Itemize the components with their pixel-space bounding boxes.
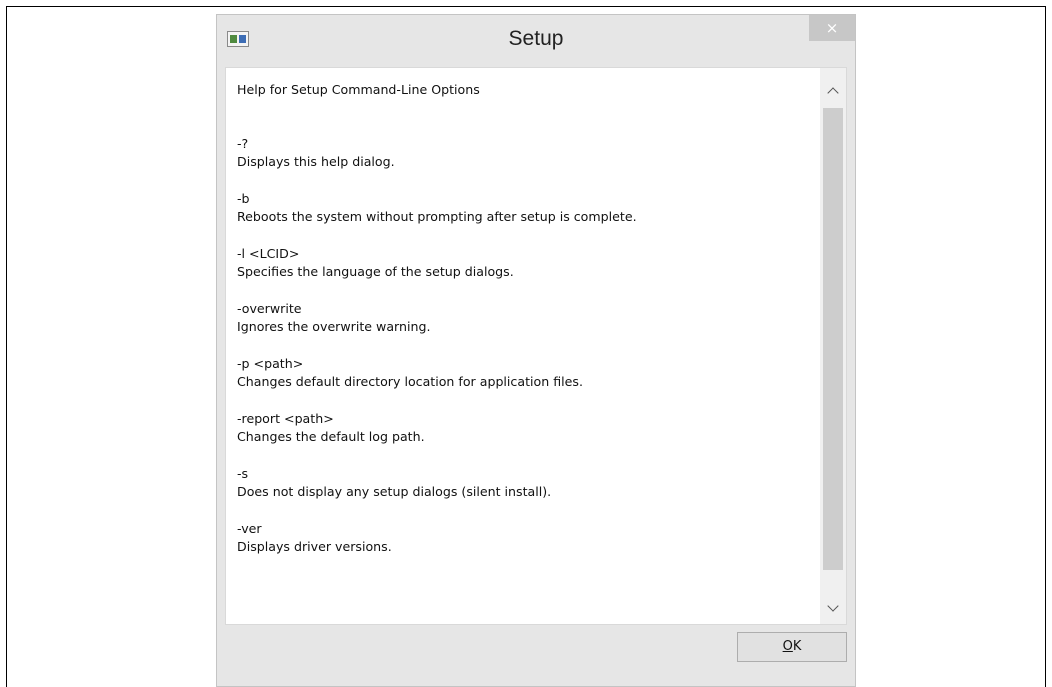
option-description: Does not display any setup dialogs (sile…	[237, 484, 552, 499]
option-flag: -overwrite	[237, 301, 302, 316]
chevron-up-icon	[827, 87, 839, 99]
ok-button[interactable]: OK	[737, 632, 847, 662]
vertical-scrollbar[interactable]	[820, 68, 846, 624]
option-flag: -p <path>	[237, 356, 304, 371]
option-description: Changes default directory location for a…	[237, 374, 583, 389]
option-item: -? Displays this help dialog.	[237, 135, 817, 171]
option-description: Displays driver versions.	[237, 539, 392, 554]
close-button[interactable]: ×	[809, 15, 855, 41]
option-item: -l <LCID> Specifies the language of the …	[237, 245, 817, 281]
option-flag: -report <path>	[237, 411, 334, 426]
help-text-area[interactable]: Help for Setup Command-Line Options -? D…	[225, 67, 847, 625]
ok-label-rest: K	[792, 639, 802, 654]
option-flag: -l <LCID>	[237, 246, 300, 261]
help-heading: Help for Setup Command-Line Options	[237, 82, 480, 97]
window-title: Setup	[508, 27, 564, 50]
help-text: Help for Setup Command-Line Options -? D…	[237, 81, 817, 575]
option-item: -s Does not display any setup dialogs (s…	[237, 465, 817, 501]
scroll-up-button[interactable]	[820, 78, 846, 104]
ok-mnemonic: O	[782, 639, 793, 654]
scroll-thumb[interactable]	[823, 108, 843, 570]
option-item: -ver Displays driver versions.	[237, 520, 817, 556]
option-item: -report <path> Changes the default log p…	[237, 410, 817, 446]
scroll-down-button[interactable]	[820, 596, 846, 622]
setup-dialog: Setup × Help for Setup Command-Line Opti…	[216, 14, 856, 687]
option-description: Specifies the language of the setup dial…	[237, 264, 514, 279]
chevron-down-icon	[827, 600, 839, 612]
option-flag: -s	[237, 466, 249, 481]
title-bar[interactable]: Setup ×	[217, 15, 855, 67]
option-description: Displays this help dialog.	[237, 154, 395, 169]
option-description: Reboots the system without prompting aft…	[237, 209, 637, 224]
close-icon: ×	[825, 19, 839, 37]
option-description: Ignores the overwrite warning.	[237, 319, 431, 334]
option-item: -p <path> Changes default directory loca…	[237, 355, 817, 391]
option-description: Changes the default log path.	[237, 429, 425, 444]
option-item: -b Reboots the system without prompting …	[237, 190, 817, 226]
option-flag: -ver	[237, 521, 262, 536]
option-flag: -?	[237, 136, 249, 151]
option-item: -overwrite Ignores the overwrite warning…	[237, 300, 817, 336]
option-flag: -b	[237, 191, 250, 206]
